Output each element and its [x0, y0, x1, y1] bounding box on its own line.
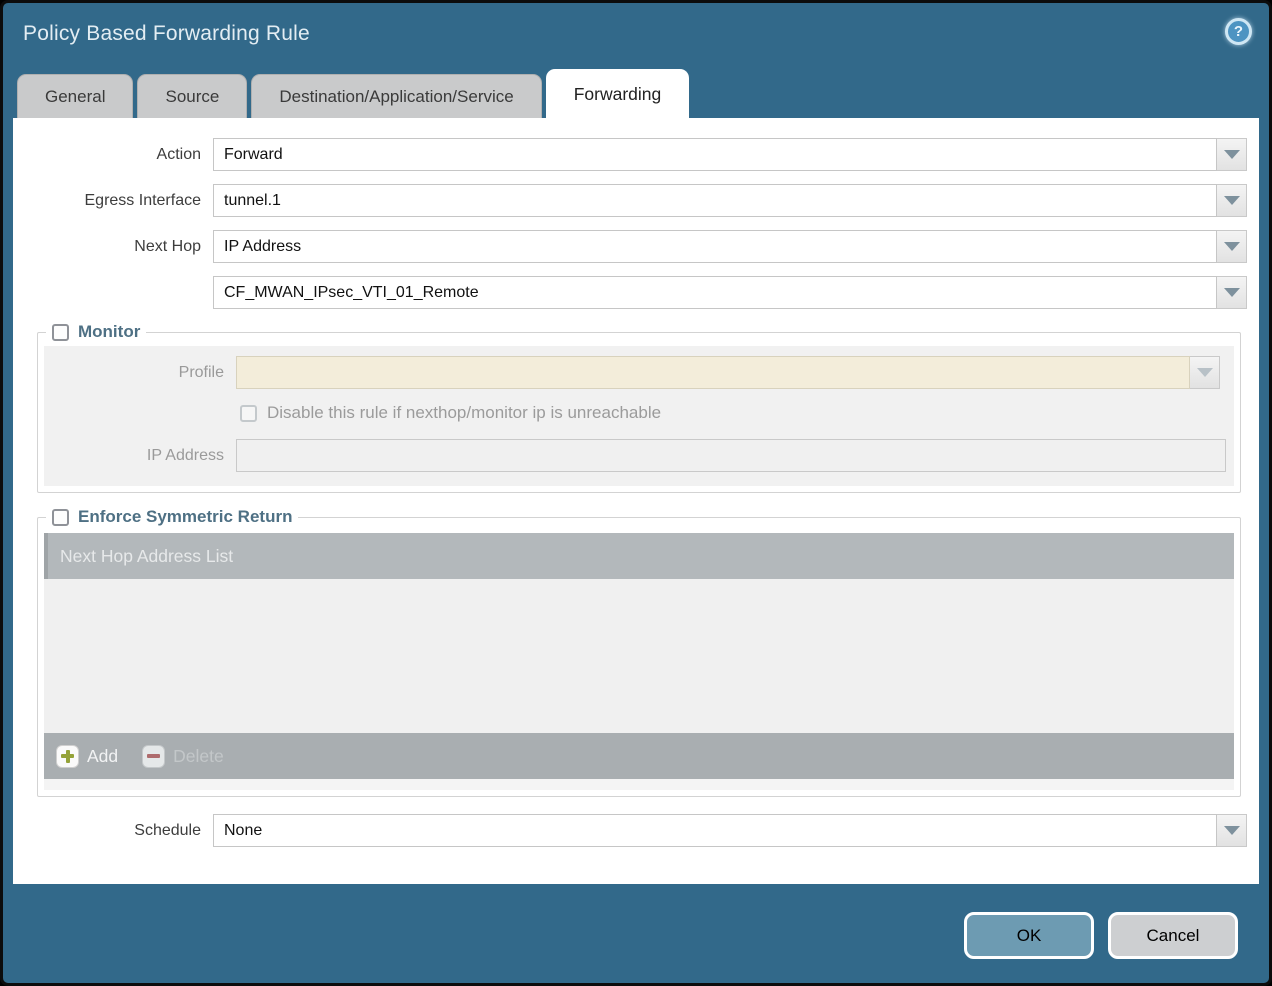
chevron-down-icon — [1224, 196, 1240, 205]
egress-interface-label: Egress Interface — [13, 192, 213, 210]
egress-interface-select[interactable]: tunnel.1 — [213, 184, 1217, 217]
enforce-symmetric-return-fieldset: Enforce Symmetric Return Next Hop Addres… — [37, 507, 1241, 797]
next-hop-address-list-header: Next Hop Address List — [44, 533, 1234, 579]
next-hop-address-list-body[interactable] — [44, 579, 1234, 733]
schedule-label: Schedule — [13, 822, 213, 840]
action-row: Action Forward — [13, 138, 1259, 171]
monitor-ip-address-row: IP Address — [44, 439, 1234, 472]
tab-forwarding[interactable]: Forwarding — [546, 69, 690, 118]
tab-general[interactable]: General — [17, 74, 133, 118]
forwarding-tab-panel: Action Forward Egress Interface tunnel.1… — [13, 118, 1259, 884]
ok-button[interactable]: OK — [964, 912, 1094, 959]
tab-bar: General Source Destination/Application/S… — [3, 69, 1269, 118]
action-select[interactable]: Forward — [213, 138, 1217, 171]
schedule-row: Schedule None — [13, 814, 1259, 847]
egress-interface-dropdown-button[interactable] — [1217, 184, 1247, 217]
next-hop-type-select[interactable]: IP Address — [213, 230, 1217, 263]
policy-based-forwarding-dialog: Policy Based Forwarding Rule ? General S… — [0, 0, 1272, 986]
action-dropdown-button[interactable] — [1217, 138, 1247, 171]
minus-icon — [142, 745, 165, 768]
enforce-symmetric-return-checkbox[interactable] — [52, 509, 69, 526]
tab-destination-application-service[interactable]: Destination/Application/Service — [251, 74, 541, 118]
dialog-footer: OK Cancel — [3, 884, 1269, 959]
plus-icon — [56, 745, 79, 768]
delete-button: Delete — [142, 745, 224, 768]
monitor-panel: Profile Disable this rule if nexthop/mon… — [44, 346, 1234, 486]
profile-select — [236, 356, 1190, 389]
monitor-ip-address-input — [236, 439, 1226, 472]
next-hop-label: Next Hop — [13, 238, 213, 256]
profile-dropdown-button — [1190, 356, 1220, 389]
profile-row: Profile — [44, 356, 1234, 389]
delete-button-label: Delete — [173, 746, 224, 767]
next-hop-address-list-footer: Add Delete — [44, 733, 1234, 779]
help-icon[interactable]: ? — [1225, 18, 1252, 45]
monitor-checkbox[interactable] — [52, 324, 69, 341]
monitor-ip-address-label: IP Address — [44, 447, 236, 465]
action-label: Action — [13, 146, 213, 164]
next-hop-address-list-table: Next Hop Address List Add Delete — [44, 533, 1234, 779]
chevron-down-icon — [1224, 150, 1240, 159]
add-button-label: Add — [87, 746, 118, 767]
dialog-title: Policy Based Forwarding Rule — [23, 22, 1269, 46]
enforce-symmetric-return-legend: Enforce Symmetric Return — [46, 507, 298, 527]
egress-interface-row: Egress Interface tunnel.1 — [13, 184, 1259, 217]
next-hop-address-dropdown-button[interactable] — [1217, 276, 1247, 309]
next-hop-row: Next Hop IP Address — [13, 230, 1259, 263]
add-button[interactable]: Add — [56, 745, 118, 768]
next-hop-address-select[interactable]: CF_MWAN_IPsec_VTI_01_Remote — [213, 276, 1217, 309]
chevron-down-icon — [1224, 242, 1240, 251]
monitor-legend-label: Monitor — [78, 322, 140, 342]
schedule-dropdown-button[interactable] — [1217, 814, 1247, 847]
profile-label: Profile — [44, 364, 236, 382]
symmetric-return-panel: Next Hop Address List Add Delete — [44, 533, 1234, 790]
enforce-symmetric-return-legend-label: Enforce Symmetric Return — [78, 507, 292, 527]
monitor-fieldset: Monitor Profile Disable this rule if nex… — [37, 322, 1241, 493]
disable-rule-checkbox — [240, 405, 257, 422]
dialog-titlebar: Policy Based Forwarding Rule ? — [3, 3, 1269, 69]
chevron-down-icon — [1224, 288, 1240, 297]
tab-source[interactable]: Source — [137, 74, 247, 118]
next-hop-dropdown-button[interactable] — [1217, 230, 1247, 263]
next-hop-address-row: CF_MWAN_IPsec_VTI_01_Remote — [13, 276, 1259, 309]
chevron-down-icon — [1197, 368, 1213, 377]
schedule-select[interactable]: None — [213, 814, 1217, 847]
cancel-button[interactable]: Cancel — [1108, 912, 1238, 959]
chevron-down-icon — [1224, 826, 1240, 835]
disable-rule-label: Disable this rule if nexthop/monitor ip … — [267, 403, 661, 423]
disable-rule-row: Disable this rule if nexthop/monitor ip … — [240, 401, 1234, 425]
monitor-legend: Monitor — [46, 322, 146, 342]
